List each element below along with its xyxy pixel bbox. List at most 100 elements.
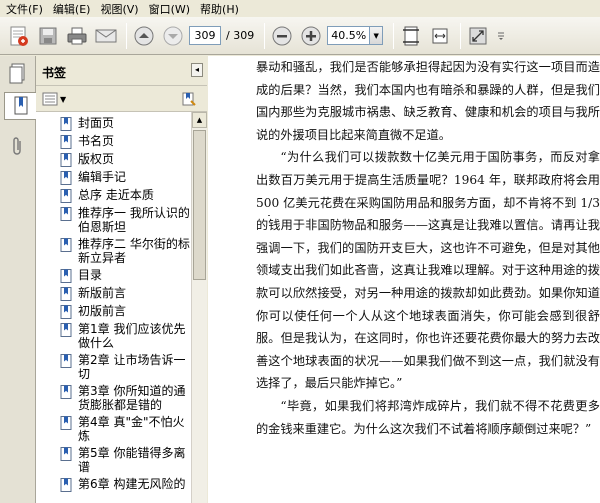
chevron-up-icon: ▲ [196,116,203,124]
bookmark-item[interactable]: 新版前言 [36,286,191,301]
document-paragraph: “为什么我们可以拨款数十亿美元用于国防事务，而反对拿出数百万美元用于提高生活质量… [256,150,600,391]
bookmark-label: 第6章 构建无风险的 [78,477,186,491]
scroll-thumb[interactable] [193,130,206,280]
bookmark-item[interactable]: 目录 [36,268,191,283]
email-button[interactable] [93,23,119,49]
zoom-in-button[interactable] [298,23,324,49]
bookmark-label: 第1章 我们应该优先做什么 [78,322,186,350]
fit-width-button[interactable] [427,23,453,49]
next-page-button[interactable] [160,23,186,49]
bookmarks-toolbar: ▼ [36,86,207,112]
bookmark-item[interactable]: 第3章 你所知道的通货膨胀都是错的 [36,384,191,412]
zoom-in-icon [301,26,321,45]
toolbar-separator [126,22,127,49]
menu-window[interactable]: 窗口(W) [147,1,196,17]
bookmark-label: 第3章 你所知道的通货膨胀都是错的 [78,384,186,412]
bookmark-icon [60,385,73,399]
bookmark-icon [60,478,73,492]
chevron-down-icon: ▼ [60,94,67,104]
bookmark-item[interactable]: 版权页 [36,152,191,167]
menu-help[interactable]: 帮助(H) [198,1,245,17]
attachments-panel-button[interactable] [4,132,30,160]
bookmark-item[interactable]: 第2章 让市场告诉一切 [36,353,191,381]
collapse-panel-button[interactable]: ◂ [191,63,203,77]
bookmark-item[interactable]: 第5章 你能错得多离谱 [36,446,191,474]
bookmark-options-button[interactable]: ▼ [42,91,66,107]
zoom-dropdown-button[interactable]: ▼ [369,26,384,45]
scroll-up-button[interactable]: ▲ [192,112,207,128]
chevron-down-icon: ▼ [373,31,379,40]
expand-bookmark-icon [182,92,196,106]
prev-page-button[interactable] [131,23,157,49]
bookmark-icon [60,207,73,221]
menu-file[interactable]: 文件(F) [4,1,49,17]
bookmark-label: 书名页 [78,134,115,148]
document-view[interactable]: 暴动和骚乱，我们是否能够承担得起因为没有实行这一项目而造成的后果？当然，我们本国… [208,56,600,503]
page-number-input[interactable]: 309 [189,26,221,45]
bookmark-icon [60,354,73,368]
fit-page-icon [403,26,420,45]
bookmark-item[interactable]: 第6章 构建无风险的 [36,477,191,492]
bookmark-item[interactable]: 编辑手记 [36,170,191,185]
fit-width-icon [432,28,448,43]
navigation-rail [0,56,36,503]
pages-panel-button[interactable] [4,60,30,88]
toolbar-options-icon [498,32,505,40]
bookmark-ribbon-icon [14,96,27,115]
bookmark-item[interactable]: 总序 走近本质 [36,188,191,203]
toolbar-separator [393,22,395,49]
fit-page-button[interactable] [398,23,424,49]
bookmark-label: 封面页 [78,116,115,130]
save-icon [39,27,57,44]
bookmark-label: 初版前言 [78,304,127,318]
bookmark-icon [60,171,73,185]
zoom-out-button[interactable] [269,23,295,49]
bookmark-icon [60,189,73,203]
next-page-icon [163,26,183,45]
bookmark-item[interactable]: 第4章 真"金"不怕火炼 [36,415,191,443]
bookmark-icon [60,135,73,149]
bookmark-scrollbar[interactable]: ▲ [191,112,207,503]
save-button[interactable] [35,23,61,49]
bookmark-label: 版权页 [78,152,115,166]
bookmark-icon [60,153,73,167]
bookmark-icon [60,305,73,319]
bookmark-label: 第4章 真"金"不怕火炼 [78,415,185,443]
bookmark-list: 封面页书名页版权页编辑手记总序 走近本质推荐序一 我所认识的伯恩斯坦推荐序二 华… [36,116,191,503]
bookmarks-panel-button[interactable] [4,92,36,120]
toolbar-separator [460,22,462,49]
expand-bookmark-button[interactable] [181,91,197,110]
bookmark-label: 第5章 你能错得多离谱 [78,446,186,474]
zoom-level-input[interactable]: 40.5% [327,26,370,45]
options-menu-icon [42,92,58,106]
menu-view[interactable]: 视图(V) [98,1,144,17]
document-page: 暴动和骚乱，我们是否能够承担得起因为没有实行这一项目而造成的后果？当然，我们本国… [256,56,600,440]
prev-page-icon [134,26,154,45]
bookmark-label: 目录 [78,268,103,282]
bookmark-item[interactable]: 书名页 [36,134,191,149]
print-button[interactable] [64,23,90,49]
email-icon [95,29,117,42]
bookmark-item[interactable]: 封面页 [36,116,191,131]
page-total-label: / 309 [226,29,255,42]
print-icon [67,27,87,44]
bookmark-label: 总序 走近本质 [78,188,154,202]
bookmark-label: 编辑手记 [78,170,127,184]
bookmark-icon [60,238,73,252]
bookmark-label: 新版前言 [78,286,127,300]
create-pdf-icon [10,26,28,46]
bookmark-item[interactable]: 第1章 我们应该优先做什么 [36,322,191,350]
document-paragraph: 暴动和骚乱，我们是否能够承担得起因为没有实行这一项目而造成的后果？当然，我们本国… [256,60,600,142]
bookmark-icon [60,117,73,131]
bookmark-item[interactable]: 推荐序一 我所认识的伯恩斯坦 [36,206,191,234]
fullscreen-icon [469,27,487,44]
fullscreen-button[interactable] [465,23,491,49]
toolbar-options-button[interactable] [494,23,508,49]
bookmark-item[interactable]: 初版前言 [36,304,191,319]
panel-title: 书签 [42,66,67,80]
bookmark-label: 第2章 让市场告诉一切 [78,353,186,381]
menu-edit[interactable]: 编辑(E) [51,1,97,17]
bookmark-item[interactable]: 推荐序二 华尔街的标新立异者 [36,237,191,265]
create-pdf-button[interactable] [6,23,32,49]
bookmark-label: 推荐序二 华尔街的标新立异者 [78,237,190,265]
